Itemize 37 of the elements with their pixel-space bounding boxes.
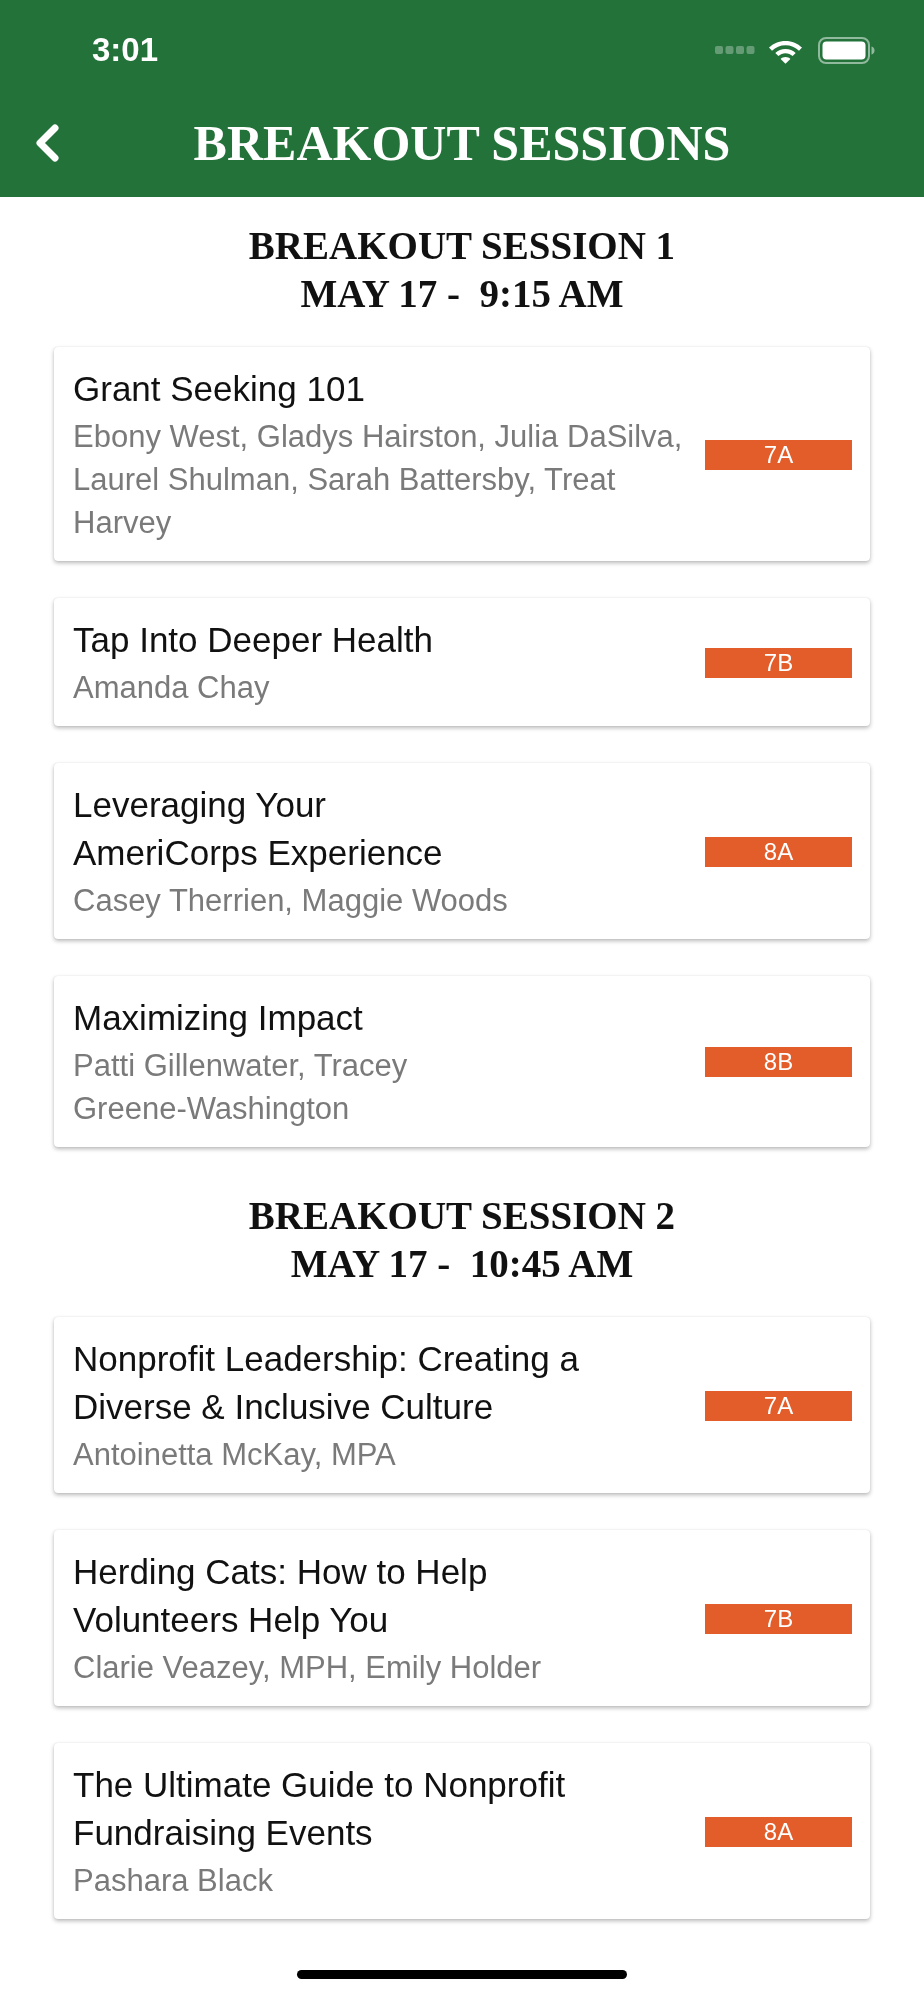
room-badge: 8A	[705, 1816, 852, 1847]
speaker-names: Pashara Black	[73, 1862, 273, 1900]
speaker-names: Patti Gillenwater, Tracey Greene-Washington	[73, 1047, 409, 1128]
status-time: 3:01	[92, 31, 159, 69]
session-title: Leveraging Your AmeriCorps Experience	[73, 784, 443, 874]
speaker-names: Ebony West, Gladys Hairston, Julia DaSilva, Laurel Shulman, Sarah Battersby, Treat Harvey	[73, 418, 684, 542]
room-badge: 7A	[705, 1390, 852, 1421]
session-title: Maximizing Impact	[73, 997, 363, 1039]
chevron-left-icon	[34, 123, 60, 162]
session-title: Nonprofit Leadership: Creating a Diverse & Inclusive Culture	[73, 1338, 579, 1428]
session-heading: BREAKOUT SESSION 1	[248, 223, 676, 269]
session-card[interactable]: The Ultimate Guide to Nonprofit Fundraising Events Pashara Black 8A	[54, 1743, 870, 1919]
session-title: Grant Seeking 101	[73, 368, 365, 410]
speaker-names: Casey Therrien, Maggie Woods	[73, 882, 508, 920]
session-title: Herding Cats: How to Help Volunteers Help You	[73, 1551, 488, 1641]
room-badge: 7B	[705, 1603, 852, 1634]
page-title: BREAKOUT SESSIONS	[193, 113, 731, 173]
session-title: The Ultimate Guide to Nonprofit Fundraising Events	[73, 1764, 566, 1854]
session-time: MAY 17 - 9:15 AM	[300, 271, 624, 317]
session-card[interactable]: Tap Into Deeper Health Amanda Chay 7B	[54, 598, 870, 726]
session-time: MAY 17 - 10:45 AM	[290, 1241, 634, 1287]
session-title: Tap Into Deeper Health	[73, 619, 433, 661]
room-badge: 8A	[705, 836, 852, 867]
room-badge: 7A	[705, 439, 852, 470]
speaker-names: Amanda Chay	[73, 669, 270, 707]
session-card[interactable]: Grant Seeking 101 Ebony West, Gladys Hairston, Julia DaSilva, Laurel Shulman, Sarah Battersby, Treat Harvey 7A	[54, 347, 870, 561]
room-badge: 7B	[705, 647, 852, 678]
signal-icon	[715, 45, 755, 55]
speaker-names: Antoinetta McKay, MPA	[73, 1436, 396, 1474]
session-card[interactable]: Nonprofit Leadership: Creating a Diverse & Inclusive Culture Antoinetta McKay, MPA 7A	[54, 1317, 870, 1493]
room-badge: 8B	[705, 1047, 852, 1077]
session-heading: BREAKOUT SESSION 2	[248, 1193, 676, 1239]
battery-icon	[818, 36, 875, 64]
session-card[interactable]: Leveraging Your AmeriCorps Experience Casey Therrien, Maggie Woods 8A	[54, 763, 870, 939]
session-card[interactable]: Maximizing Impact Patti Gillenwater, Tracey Greene-Washington 8B	[54, 976, 870, 1147]
session-card[interactable]: Herding Cats: How to Help Volunteers Help You Clarie Veazey, MPH, Emily Holder 7B	[54, 1530, 870, 1706]
speaker-names: Clarie Veazey, MPH, Emily Holder	[73, 1649, 542, 1687]
